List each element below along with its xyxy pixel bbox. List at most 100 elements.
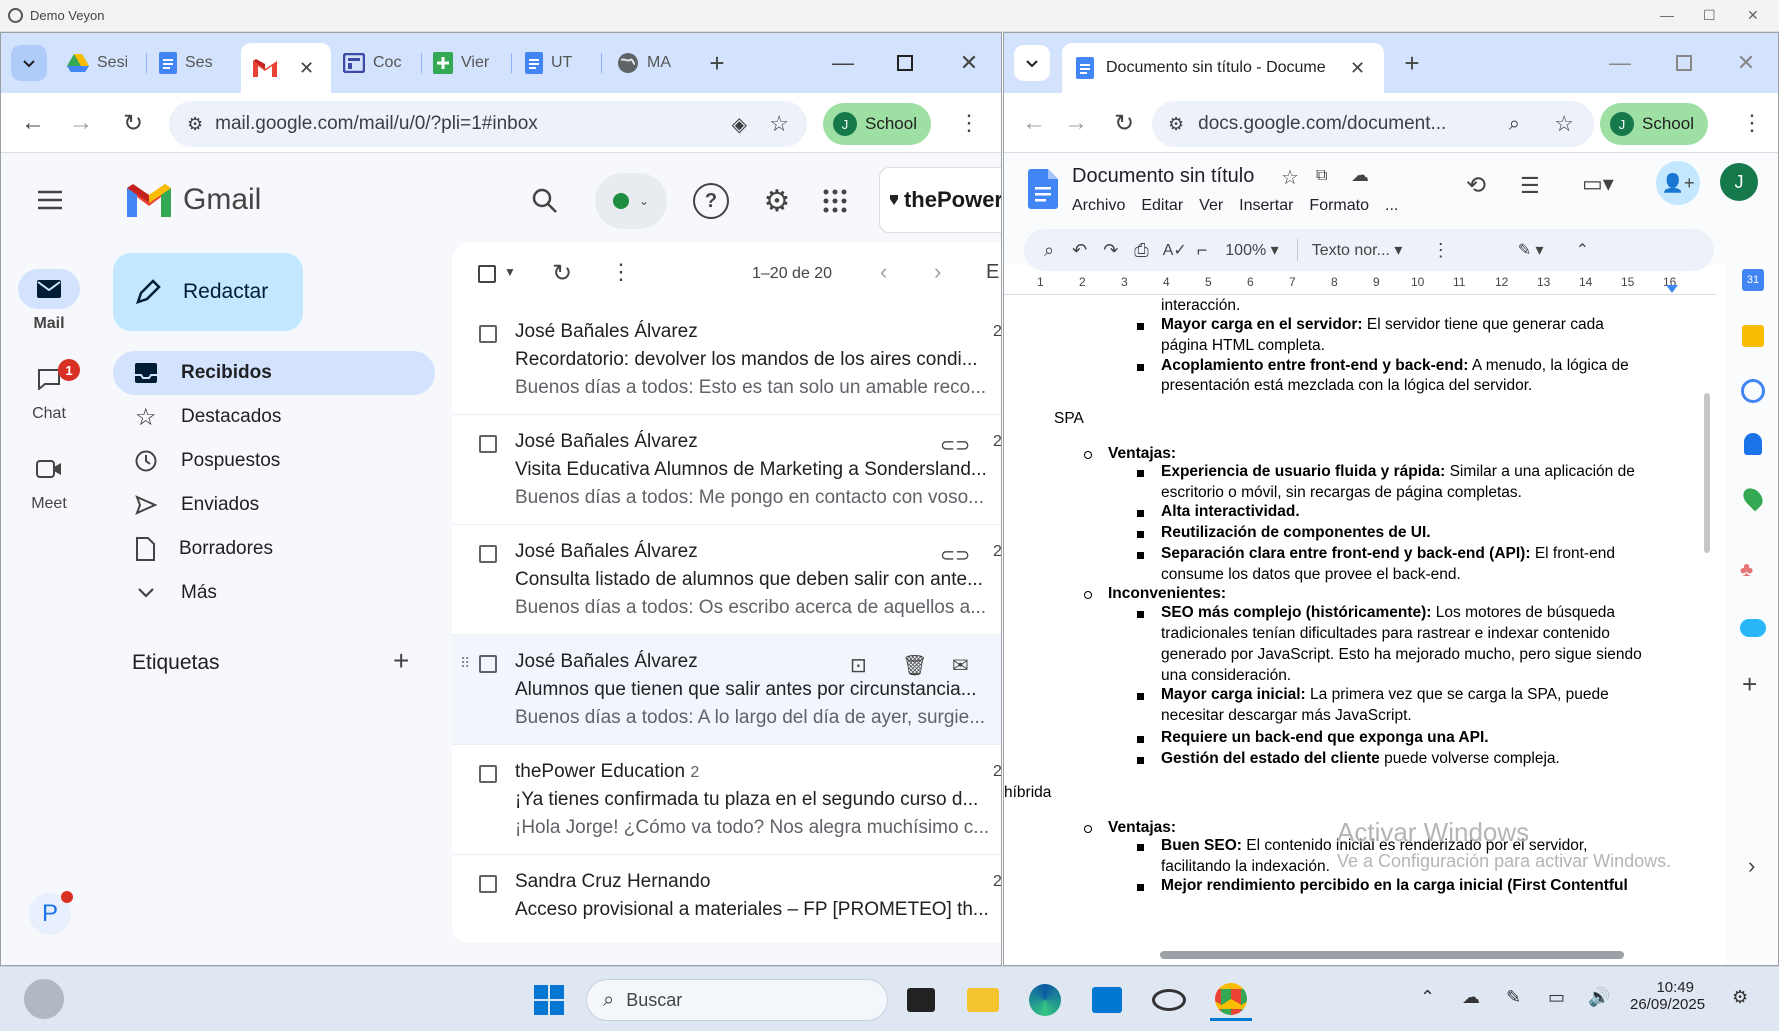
cloud-status-icon[interactable]: ☁ [1351, 165, 1369, 186]
task-view-icon[interactable] [900, 979, 942, 1021]
menu-ver[interactable]: Ver [1199, 197, 1223, 215]
tab-web[interactable]: MA [617, 43, 677, 83]
volume-icon[interactable]: 🔊 [1588, 987, 1610, 1008]
bookmark-star-icon[interactable]: ☆ [769, 111, 789, 137]
settings-gear-icon[interactable]: ⚙ [757, 181, 797, 221]
menu-more[interactable]: ... [1385, 197, 1398, 215]
reload-icon[interactable]: ↻ [117, 107, 149, 139]
zoom-select[interactable]: 100% ▾ [1225, 240, 1278, 260]
drag-handle-icon[interactable]: ⠿ [460, 655, 470, 672]
more-options-icon[interactable]: ⋮ [610, 259, 632, 285]
addon-icon[interactable]: ♣ [1740, 559, 1766, 581]
user-avatar[interactable]: P [29, 891, 73, 935]
address-bar[interactable]: ⚙ mail.google.com/mail/u/0/?pli=1#inbox … [169, 101, 807, 147]
tab-document[interactable]: Documento sin título - Docume ✕ [1062, 43, 1384, 93]
maximize-icon[interactable] [1668, 47, 1700, 79]
site-info-icon[interactable]: ⚙ [1168, 114, 1184, 135]
bookmark-star-icon[interactable]: ☆ [1554, 111, 1574, 137]
nav-starred[interactable]: ☆ Destacados [113, 395, 435, 439]
row-checkbox[interactable] [479, 765, 497, 783]
forward-icon[interactable]: → [65, 107, 97, 139]
address-bar[interactable]: ⚙ docs.google.com/document... ⌕ ☆ [1152, 101, 1594, 147]
row-checkbox[interactable] [479, 875, 497, 893]
nav-sent[interactable]: Enviados [113, 483, 435, 527]
tasks-icon[interactable] [1741, 379, 1765, 403]
expand-panel-icon[interactable]: › [1748, 853, 1755, 879]
menu-insertar[interactable]: Insertar [1239, 197, 1293, 215]
pen-icon[interactable]: ✎ [1506, 987, 1521, 1008]
collapse-toolbar-icon[interactable]: ⌃ [1576, 240, 1589, 260]
email-row[interactable]: thePower Education 2 ¡Ya tienes confirma… [452, 745, 1001, 855]
mark-unread-icon[interactable]: ✉ [952, 653, 969, 678]
print-icon[interactable]: ⎙ [1134, 240, 1148, 261]
extension-icon[interactable]: ◈ [732, 112, 747, 137]
row-checkbox[interactable] [479, 325, 497, 343]
maximize-icon[interactable] [889, 47, 921, 79]
select-all-checkbox[interactable] [478, 265, 496, 283]
rail-meet[interactable]: Meet [1, 449, 97, 513]
tab-search-button[interactable] [11, 45, 47, 81]
close-tab-icon[interactable]: ✕ [299, 58, 314, 79]
row-checkbox[interactable] [479, 655, 497, 673]
search-menus-icon[interactable]: ⌕ [1044, 240, 1054, 261]
vertical-scrollbar[interactable] [1704, 393, 1710, 553]
comments-icon[interactable]: ☰ [1520, 173, 1540, 199]
horizontal-ruler[interactable]: 1 2 3 4 5 6 7 8 9 10 11 12 13 14 15 16 [1004, 273, 1716, 295]
select-dropdown-icon[interactable]: ▼ [504, 265, 516, 279]
status-dropdown[interactable]: ⌄ [595, 173, 667, 229]
email-row-hovered[interactable]: ⠿ José Bañales Álvarez ⊡ 🗑 ✉ Alumnos que… [452, 635, 1001, 745]
apps-grid-icon[interactable] [817, 183, 853, 219]
row-checkbox[interactable] [479, 545, 497, 563]
compose-button[interactable]: Redactar [113, 253, 303, 331]
organization-logo[interactable]: thePower [879, 167, 1001, 233]
file-explorer-icon[interactable] [962, 979, 1004, 1021]
archive-icon[interactable]: ⊡ [850, 653, 867, 678]
close-window-icon[interactable]: ✕ [953, 47, 985, 79]
close-icon[interactable]: ✕ [1747, 7, 1759, 24]
document-title[interactable]: Documento sin título [1072, 165, 1254, 188]
show-hidden-icons[interactable]: ⌃ [1420, 987, 1435, 1008]
addon-cloud-icon[interactable] [1740, 619, 1766, 637]
close-window-icon[interactable]: ✕ [1730, 47, 1762, 79]
onedrive-icon[interactable]: ☁ [1462, 987, 1480, 1008]
nav-inbox[interactable]: Recibidos [113, 351, 435, 395]
tab-docs-ut[interactable]: UT [525, 43, 581, 83]
minimize-icon[interactable]: — [827, 47, 859, 79]
menu-dots-icon[interactable]: ⋮ [955, 107, 983, 139]
document-page[interactable]: interacción. Mayor carga en el servidor:… [1004, 295, 1716, 950]
start-windows-icon[interactable] [528, 979, 570, 1021]
zoom-search-icon[interactable]: ⌕ [1509, 113, 1520, 136]
more-tools-icon[interactable]: ⋮ [1432, 240, 1450, 261]
version-history-icon[interactable]: ⟲ [1466, 171, 1486, 200]
add-label-icon[interactable]: + [393, 645, 409, 677]
next-page-icon[interactable]: › [934, 259, 941, 285]
menu-archivo[interactable]: Archivo [1072, 197, 1125, 215]
site-info-icon[interactable]: ⚙ [187, 114, 203, 135]
email-row[interactable]: Sandra Cruz Hernando Acceso provisional … [452, 855, 1001, 943]
search-icon[interactable] [525, 181, 565, 221]
redo-icon[interactable]: ↷ [1103, 240, 1118, 261]
share-button[interactable]: 👤+ [1656, 161, 1700, 205]
add-addon-icon[interactable]: + [1742, 669, 1757, 700]
calendar-icon[interactable]: 31 [1742, 269, 1764, 291]
meet-camera-icon[interactable]: ▭▾ [1582, 171, 1614, 197]
style-select[interactable]: Texto nor... ▾ [1312, 240, 1422, 260]
menu-formato[interactable]: Formato [1309, 197, 1369, 215]
email-row[interactable]: José Bañales Álvarez ⊂⊃ Consulta listado… [452, 525, 1001, 635]
store-icon[interactable] [1086, 979, 1128, 1021]
notification-icon[interactable]: ⚙ [1732, 987, 1748, 1008]
tab-sheets[interactable]: Vier [433, 43, 491, 83]
tab-docs-sesion[interactable]: Ses [159, 43, 215, 83]
minimize-icon[interactable]: — [1660, 7, 1674, 23]
email-row[interactable]: José Bañales Álvarez Recordatorio: devol… [452, 305, 1001, 415]
edge-icon[interactable] [1024, 979, 1066, 1021]
nav-snoozed[interactable]: Pospuestos [113, 439, 435, 483]
new-tab-button[interactable]: + [701, 47, 733, 79]
star-icon[interactable]: ☆ [1281, 165, 1299, 190]
taskbar-search[interactable]: ⌕ Buscar [586, 979, 888, 1021]
menu-dots-icon[interactable]: ⋮ [1738, 107, 1766, 139]
editing-mode-icon[interactable]: ✎ ▾ [1518, 240, 1544, 260]
tab-gmail[interactable]: ✕ [241, 43, 331, 93]
nav-more[interactable]: Más [113, 571, 435, 615]
profile-button[interactable]: J School [1600, 103, 1708, 145]
